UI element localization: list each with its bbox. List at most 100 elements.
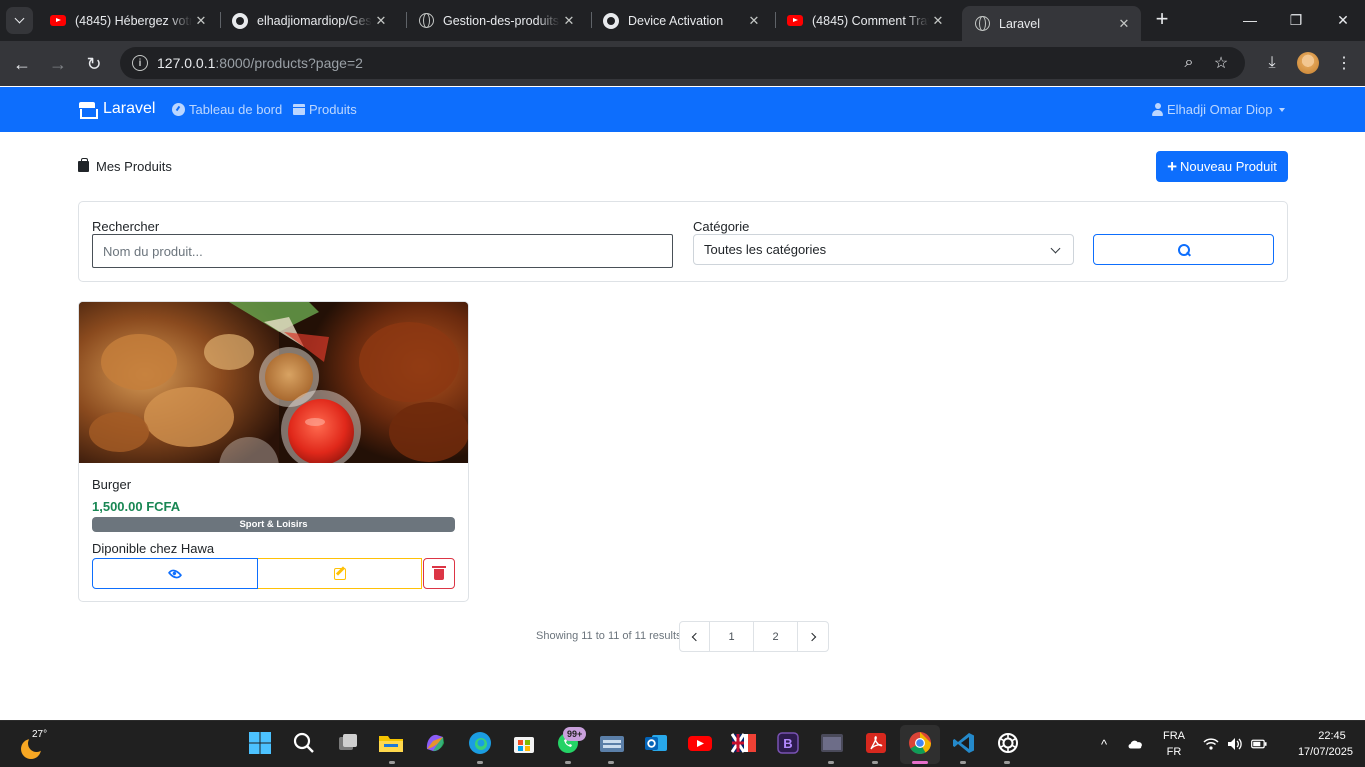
browser-tab[interactable]: Gestion-des-produits ✕ (406, 6, 586, 35)
tab-title: Gestion-des-produits (443, 13, 560, 28)
nav-link-label: Tableau de bord (189, 102, 283, 117)
new-product-button[interactable]: + Nouveau Produit (1156, 151, 1288, 182)
address-bar[interactable]: i 127.0.0.1:8000/products?page=2 ⌕ ☆ (120, 47, 1245, 79)
profile-avatar[interactable] (1297, 52, 1319, 74)
youtube-icon (50, 13, 66, 29)
pdf-reader-icon[interactable] (863, 730, 889, 756)
chevron-right-icon (807, 632, 816, 641)
zoom-icon[interactable]: ⌕ (1180, 54, 1198, 72)
edit-product-button[interactable] (258, 558, 422, 589)
globe-icon (418, 13, 434, 29)
chevron-up-icon[interactable]: ^ (1096, 736, 1112, 752)
pagination: 1 2 (679, 621, 829, 652)
clock-date[interactable]: 17/07/2025 (1281, 746, 1353, 758)
reload-icon[interactable]: ↻ (81, 51, 107, 77)
product-card: Burger 1,500.00 FCFA Sport & Loisirs Dip… (78, 301, 469, 602)
product-image[interactable] (79, 302, 468, 463)
vscode-icon[interactable] (951, 730, 977, 756)
moon-icon (21, 735, 45, 759)
restore-icon[interactable]: ❐ (1284, 8, 1308, 32)
windows-start-icon[interactable] (247, 730, 273, 756)
keyboard-app-icon[interactable] (599, 730, 625, 756)
close-window-icon[interactable]: ✕ (1331, 8, 1355, 32)
new-product-label: Nouveau Produit (1180, 159, 1277, 174)
search-icon[interactable] (291, 730, 317, 756)
menu-dots-icon[interactable]: ⋮ (1332, 51, 1356, 75)
language-indicator-top[interactable]: FRA (1161, 730, 1187, 742)
pagination-page-1[interactable]: 1 (710, 622, 754, 651)
category-badge: Sport & Loisirs (92, 517, 455, 532)
forward-arrow-icon[interactable]: → (45, 51, 71, 77)
search-placeholder: Nom du produit... (103, 243, 203, 259)
product-price: 1,500.00 FCFA (92, 499, 181, 514)
browser-tab[interactable]: elhadjiomardiop/Gest ✕ (220, 6, 398, 35)
battery-icon[interactable] (1251, 736, 1267, 752)
language-flag-icon[interactable] (731, 730, 757, 756)
url-text[interactable]: 127.0.0.1:8000/products?page=2 (157, 55, 363, 71)
bootstrap-studio-icon[interactable]: B (775, 730, 801, 756)
globe-icon (974, 16, 990, 32)
search-input[interactable]: Nom du produit... (92, 234, 673, 268)
search-button[interactable] (1093, 234, 1274, 265)
clock-time[interactable]: 22:45 (1314, 730, 1350, 742)
browser-tab[interactable]: (4845) Hébergez votre ✕ (38, 6, 218, 35)
browser-tab-active[interactable]: Laravel ✕ (962, 6, 1141, 41)
category-select[interactable]: Toutes les catégories (693, 234, 1074, 265)
pagination-page-2[interactable]: 2 (754, 622, 798, 651)
brand-label: Laravel (103, 100, 156, 117)
outlook-icon[interactable] (643, 730, 669, 756)
app-window-icon[interactable] (819, 730, 845, 756)
language-indicator-bottom[interactable]: FR (1161, 746, 1187, 758)
close-icon[interactable]: ✕ (372, 12, 390, 30)
close-icon[interactable]: ✕ (929, 12, 947, 30)
microsoft-store-icon[interactable] (511, 730, 537, 756)
browser-tab-strip: (4845) Hébergez votre ✕ elhadjiomardiop/… (0, 0, 1365, 41)
close-icon[interactable]: ✕ (1115, 15, 1133, 33)
nav-link-dashboard[interactable]: Tableau de bord (172, 102, 282, 117)
site-info-icon[interactable]: i (132, 55, 148, 71)
pagination-previous[interactable] (680, 622, 710, 651)
nav-link-label: Produits (309, 102, 357, 117)
close-icon[interactable]: ✕ (745, 12, 763, 30)
pagination-next[interactable] (798, 622, 828, 651)
youtube-icon[interactable] (687, 730, 713, 756)
minimize-icon[interactable]: — (1238, 8, 1262, 32)
edge-browser-icon[interactable] (467, 730, 493, 756)
navbar-brand[interactable]: Laravel (79, 100, 156, 119)
page-number: 1 (728, 630, 735, 643)
github-icon (232, 12, 248, 29)
volume-icon[interactable] (1227, 736, 1243, 752)
close-icon[interactable]: ✕ (560, 12, 578, 30)
chatgpt-icon[interactable] (995, 730, 1021, 756)
windows-taskbar: 27° 99+ B ^ FRA FR 22:45 17/07/2025 (0, 720, 1365, 767)
task-view-icon[interactable] (335, 730, 361, 756)
page-number: 2 (772, 630, 779, 643)
search-icon (1177, 243, 1190, 256)
wifi-icon[interactable] (1203, 736, 1219, 752)
bookmark-star-icon[interactable]: ☆ (1212, 54, 1230, 72)
user-dropdown[interactable]: Elhadji Omar Diop (1152, 102, 1285, 117)
box-icon (292, 104, 305, 115)
download-icon[interactable]: ⤓ (1260, 51, 1284, 75)
eye-icon (167, 566, 183, 581)
tab-title: (4845) Comment Trav (812, 13, 929, 28)
onedrive-cloud-icon[interactable] (1127, 736, 1143, 752)
chrome-icon[interactable] (907, 730, 933, 756)
view-product-button[interactable] (92, 558, 258, 589)
close-icon[interactable]: ✕ (192, 12, 210, 30)
browser-tab[interactable]: Device Activation ✕ (591, 6, 771, 35)
page-title-text: Mes Produits (96, 159, 172, 174)
pagination-summary: Showing 11 to 11 of 11 results (536, 630, 682, 642)
copilot-icon[interactable] (422, 730, 448, 756)
back-arrow-icon[interactable]: ← (9, 51, 35, 77)
browser-tab[interactable]: (4845) Comment Trav ✕ (775, 6, 955, 35)
delete-product-button[interactable] (423, 558, 455, 589)
tab-search-button[interactable] (6, 7, 33, 34)
trash-icon (432, 566, 446, 580)
tab-title: Laravel (999, 16, 1040, 31)
new-tab-button[interactable]: + (1150, 8, 1174, 32)
app-navbar: Laravel Tableau de bord Produits Elhadji… (0, 87, 1365, 132)
caret-down-icon (1278, 107, 1285, 112)
file-explorer-icon[interactable] (378, 730, 404, 756)
nav-link-products[interactable]: Produits (292, 102, 357, 117)
